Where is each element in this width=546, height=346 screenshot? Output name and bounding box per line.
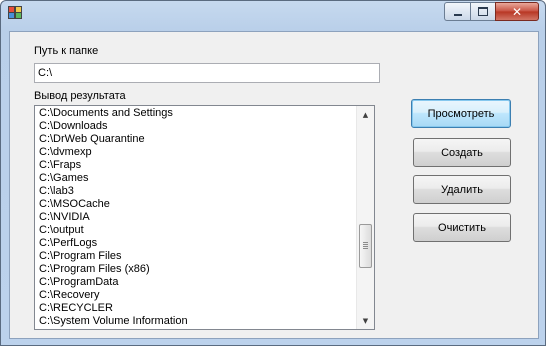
form-client-area: Путь к папке Вывод результата C:\Documen… xyxy=(9,31,539,339)
list-item[interactable]: C:\dvmexp xyxy=(39,146,357,159)
list-item[interactable]: C:\PerfLogs xyxy=(39,237,357,250)
list-item[interactable]: C:\Fraps xyxy=(39,159,357,172)
close-icon: ✕ xyxy=(511,4,523,19)
path-label: Путь к папке xyxy=(34,45,99,57)
clear-button[interactable]: Очистить xyxy=(413,213,511,242)
scroll-down-icon: ▼ xyxy=(362,316,369,325)
list-item[interactable]: C:\System Volume Information xyxy=(39,315,357,328)
vertical-scrollbar[interactable]: ▲ ▼ xyxy=(356,106,374,329)
maximize-button[interactable] xyxy=(470,2,495,21)
list-item[interactable]: C:\Recovery xyxy=(39,289,357,302)
minimize-button[interactable] xyxy=(444,2,470,21)
list-item[interactable]: C:\Documents and Settings xyxy=(39,107,357,120)
minimize-icon xyxy=(453,13,462,16)
scroll-up-icon: ▲ xyxy=(362,110,369,119)
list-item[interactable]: C:\Downloads xyxy=(39,120,357,133)
list-item[interactable]: C:\Games xyxy=(39,172,357,185)
list-item[interactable]: C:\ProgramData xyxy=(39,276,357,289)
scroll-up-button[interactable]: ▲ xyxy=(357,106,374,123)
scroll-thumb[interactable] xyxy=(359,224,372,268)
list-item[interactable]: C:\DrWeb Quarantine xyxy=(39,133,357,146)
list-item[interactable]: C:\MSOCache xyxy=(39,198,357,211)
create-button[interactable]: Создать xyxy=(413,138,511,167)
view-button[interactable]: Просмотреть xyxy=(411,99,511,128)
title-bar[interactable]: ✕ xyxy=(1,1,545,25)
list-item[interactable]: C:\lab3 xyxy=(39,185,357,198)
list-item[interactable]: C:\output xyxy=(39,224,357,237)
delete-button[interactable]: Удалить xyxy=(413,175,511,204)
app-window: ✕ Путь к папке Вывод результата C:\Docum… xyxy=(0,0,546,346)
app-icon[interactable] xyxy=(8,6,22,19)
output-listbox[interactable]: C:\Documents and Settings C:\Downloads C:\… xyxy=(34,105,375,330)
list-item[interactable]: C:\RECYCLER xyxy=(39,302,357,315)
scroll-down-button[interactable]: ▼ xyxy=(357,312,374,329)
close-button[interactable]: ✕ xyxy=(495,2,539,21)
list-item[interactable]: C:\Program Files (x86) xyxy=(39,263,357,276)
maximize-icon xyxy=(478,7,488,16)
path-input[interactable] xyxy=(34,63,380,83)
output-label: Вывод результата xyxy=(34,90,126,102)
list-item[interactable]: C:\NVIDIA xyxy=(39,211,357,224)
list-item[interactable]: C:\Program Files xyxy=(39,250,357,263)
caption-buttons: ✕ xyxy=(444,2,539,21)
output-list: C:\Documents and Settings C:\Downloads C:\… xyxy=(39,107,357,328)
